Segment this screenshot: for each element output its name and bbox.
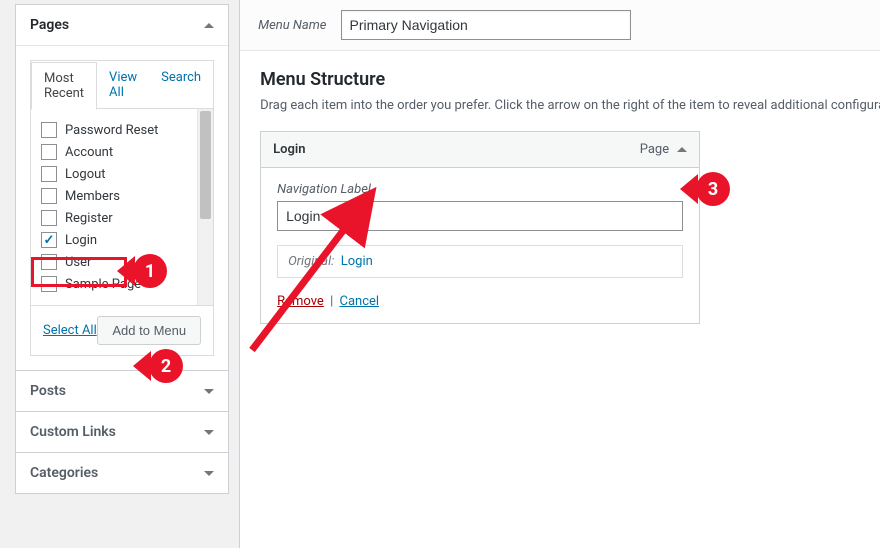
caret-down-icon — [204, 389, 214, 394]
list-item-label: Register — [65, 211, 113, 226]
checkbox-icon[interactable] — [41, 144, 57, 160]
pages-checklist: Password Reset Account Logout — [31, 109, 197, 305]
checkbox-icon[interactable] — [41, 276, 57, 292]
tab-search[interactable]: Search — [149, 62, 213, 109]
list-item-label: Sample Page — [65, 277, 141, 292]
menu-structure-desc: Drag each item into the order you prefer… — [260, 98, 880, 113]
list-item[interactable]: Account — [41, 141, 191, 163]
menu-item-type: Page — [640, 142, 669, 157]
list-item[interactable]: Sample Page — [41, 273, 191, 295]
navigation-label-input[interactable] — [277, 201, 683, 231]
checkbox-icon[interactable] — [41, 232, 57, 248]
tab-view-all[interactable]: View All — [97, 62, 149, 109]
accordion-title-posts: Posts — [30, 383, 66, 399]
accordion-head-pages[interactable]: Pages — [16, 5, 228, 45]
list-item[interactable]: Logout — [41, 163, 191, 185]
checkbox-icon[interactable] — [41, 122, 57, 138]
page-tabs: Most Recent View All Search — [31, 61, 213, 109]
scrollbar-thumb[interactable] — [200, 111, 211, 219]
list-item-login[interactable]: Login — [41, 229, 191, 251]
original-box: Original: Login — [277, 245, 683, 278]
checkbox-icon[interactable] — [41, 254, 57, 270]
accordion-head-custom[interactable]: Custom Links — [16, 412, 228, 452]
list-item[interactable]: Members — [41, 185, 191, 207]
divider: | — [327, 294, 336, 309]
cancel-link[interactable]: Cancel — [339, 294, 379, 309]
caret-up-icon — [677, 147, 687, 152]
list-item[interactable]: Register — [41, 207, 191, 229]
menu-name-input[interactable] — [341, 10, 631, 40]
original-link[interactable]: Login — [341, 254, 373, 269]
accordion-categories: Categories — [15, 452, 229, 494]
accordion-head-categories[interactable]: Categories — [16, 453, 228, 493]
scrollbar[interactable] — [197, 109, 213, 305]
caret-down-icon — [204, 430, 214, 435]
caret-down-icon — [204, 471, 214, 476]
accordion-head-posts[interactable]: Posts — [16, 371, 228, 411]
checkbox-icon[interactable] — [41, 188, 57, 204]
menu-structure-heading: Menu Structure — [260, 69, 880, 90]
list-item[interactable]: User — [41, 251, 191, 273]
caret-up-icon — [204, 23, 214, 28]
add-to-menu-button[interactable]: Add to Menu — [97, 316, 201, 345]
accordion-title-pages: Pages — [30, 17, 69, 33]
accordion-title-custom: Custom Links — [30, 424, 116, 440]
menu-item-header[interactable]: Login Page — [261, 132, 699, 168]
accordion-posts: Posts — [15, 370, 229, 412]
list-item-label: Account — [65, 145, 113, 160]
list-item-label: Logout — [65, 167, 106, 182]
checkbox-icon[interactable] — [41, 210, 57, 226]
list-item-label: Password Reset — [65, 123, 158, 138]
list-item[interactable]: Password Reset — [41, 119, 191, 141]
menu-item-title: Login — [273, 142, 305, 157]
checkbox-icon[interactable] — [41, 166, 57, 182]
accordion-title-categories: Categories — [30, 465, 98, 481]
menu-item: Login Page Navigation Label Original: Lo… — [260, 131, 700, 324]
original-label: Original: — [288, 254, 334, 269]
navigation-label-field-label: Navigation Label — [277, 182, 683, 197]
remove-link[interactable]: Remove — [277, 294, 324, 309]
list-item-label: Login — [65, 233, 97, 248]
accordion-pages: Pages Most Recent View All Search Pass — [15, 4, 229, 371]
tab-most-recent[interactable]: Most Recent — [31, 62, 97, 110]
menu-name-label: Menu Name — [258, 18, 326, 33]
accordion-custom-links: Custom Links — [15, 411, 229, 453]
list-item-label: Members — [65, 189, 120, 204]
list-item-label: User — [65, 255, 91, 270]
select-all-link[interactable]: Select All — [43, 323, 97, 338]
